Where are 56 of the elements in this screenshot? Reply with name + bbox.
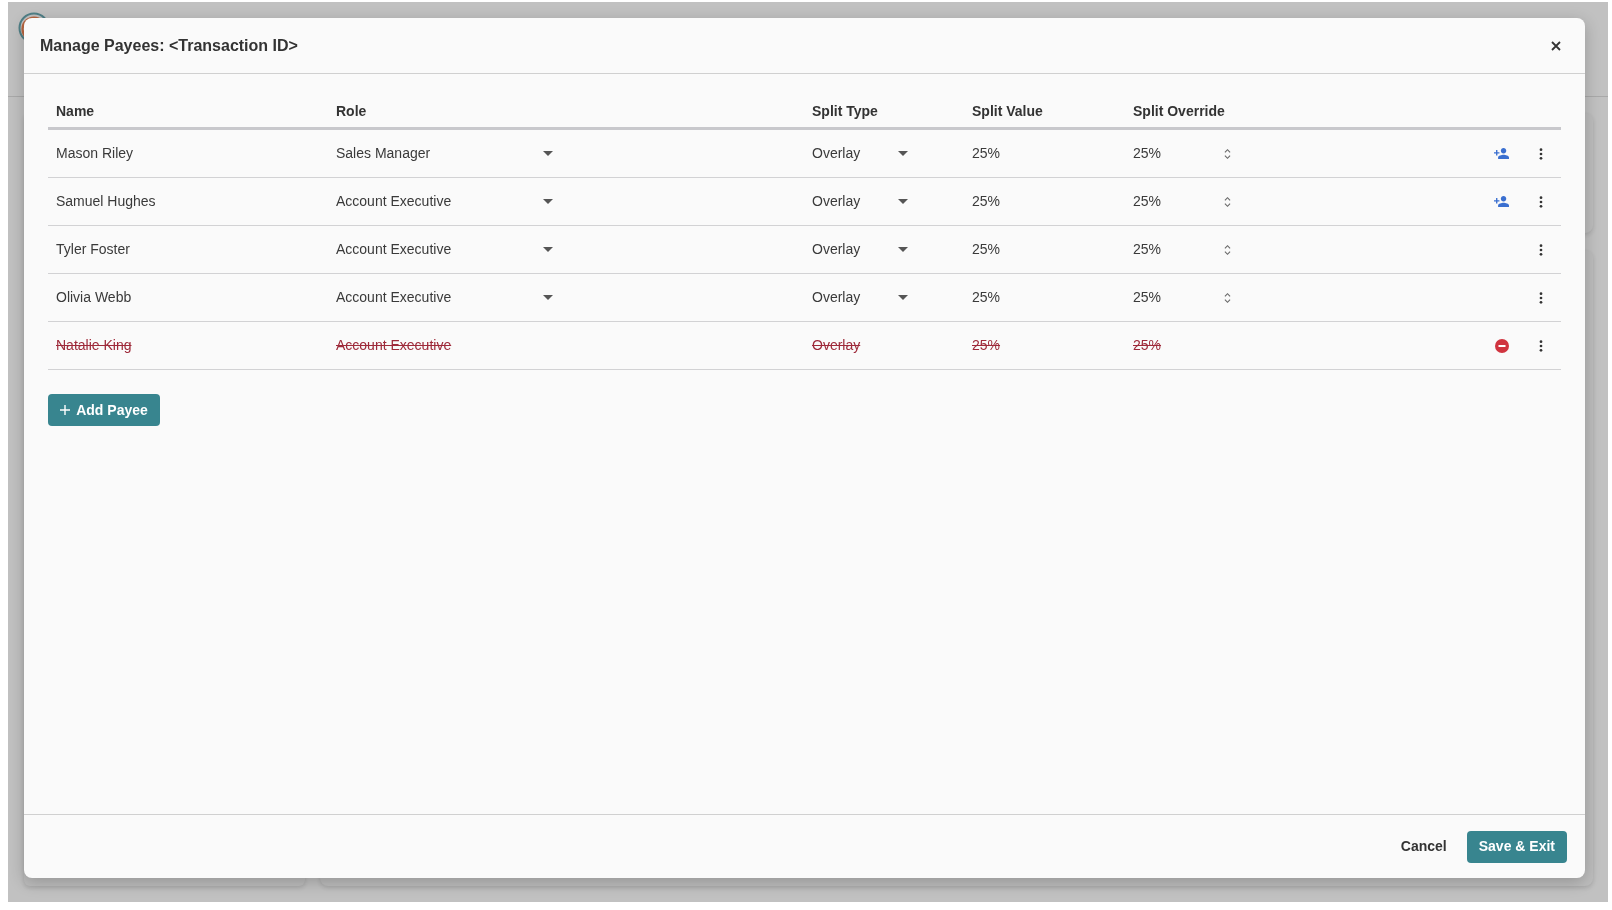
payee-name: Olivia Webb — [56, 289, 132, 305]
caret-down-icon — [543, 295, 553, 300]
split-type-select[interactable]: Overlay — [804, 281, 914, 314]
role-select[interactable]: Account Executive — [328, 281, 556, 314]
save-exit-button[interactable]: Save & Exit — [1466, 830, 1567, 863]
payee-name: Mason Riley — [56, 145, 134, 161]
close-icon[interactable] — [1551, 40, 1561, 51]
stepper-arrows-icon[interactable] — [1224, 195, 1231, 208]
more-options-icon[interactable] — [1539, 291, 1543, 304]
payee-name: Natalie King — [56, 337, 132, 353]
split-override-input[interactable]: 25% — [1125, 281, 1235, 314]
column-header: Split Type — [811, 102, 878, 121]
caret-down-icon — [898, 247, 908, 252]
remove-circle-icon[interactable] — [1495, 338, 1509, 353]
split-override-input[interactable]: 25% — [1125, 233, 1235, 266]
caret-down-icon — [898, 151, 908, 156]
payee-name: Samuel Hughes — [56, 193, 156, 209]
column-header: Split Override — [1132, 102, 1225, 121]
split-value: 25% — [972, 289, 1001, 305]
split-value: 25% — [972, 193, 1001, 209]
person-add-icon[interactable] — [1494, 196, 1509, 207]
split-type-text: Overlay — [811, 337, 861, 353]
more-options-icon[interactable] — [1539, 195, 1543, 208]
caret-down-icon — [898, 199, 908, 204]
stepper-arrows-icon[interactable] — [1224, 291, 1231, 304]
column-header: Name — [55, 102, 95, 121]
dialog-title: Manage Payees: <Transaction ID> — [40, 35, 298, 56]
role-select[interactable]: Account Executive — [328, 233, 556, 266]
caret-down-icon — [543, 151, 553, 156]
split-type-select[interactable]: Overlay — [804, 233, 914, 266]
add-payee-button[interactable]: Add Payee — [48, 394, 160, 426]
caret-down-icon — [543, 199, 553, 204]
column-header: Role — [335, 102, 367, 121]
split-override-input[interactable]: 25% — [1125, 185, 1235, 218]
role-text: Account Executive — [335, 337, 452, 353]
split-value: 25% — [972, 337, 1001, 353]
stepper-arrows-icon[interactable] — [1224, 147, 1231, 160]
role-select[interactable]: Account Executive — [328, 185, 556, 218]
split-type-select[interactable]: Overlay — [804, 185, 914, 218]
column-header: Split Value — [971, 102, 1043, 121]
person-add-icon[interactable] — [1494, 148, 1509, 159]
split-override-input[interactable]: 25% — [1125, 137, 1235, 170]
caret-down-icon — [543, 247, 553, 252]
more-options-icon[interactable] — [1539, 339, 1543, 352]
stepper-arrows-icon[interactable] — [1224, 243, 1231, 256]
split-value: 25% — [972, 241, 1001, 257]
split-type-select[interactable]: Overlay — [804, 137, 914, 170]
more-options-icon[interactable] — [1539, 243, 1543, 256]
plus-icon — [60, 405, 71, 415]
split-override-text: 25% — [1132, 336, 1162, 355]
caret-down-icon — [898, 295, 908, 300]
more-options-icon[interactable] — [1539, 147, 1543, 160]
role-select[interactable]: Sales Manager — [328, 137, 556, 170]
cancel-button[interactable]: Cancel — [1392, 830, 1455, 863]
split-value: 25% — [972, 145, 1001, 161]
payee-name: Tyler Foster — [56, 241, 130, 257]
